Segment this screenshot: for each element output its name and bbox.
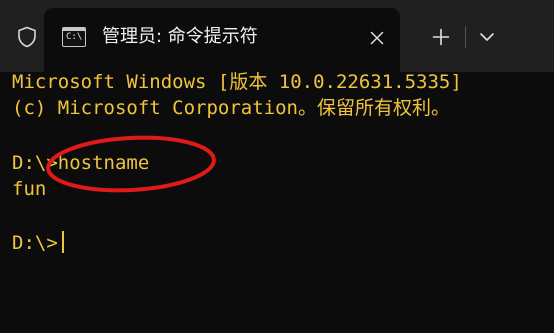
tab-title: 管理员: 命令提示符 [102,26,258,47]
terminal-window: C:\ 管理员: 命令提示符 Microsoft Windows [版本 10.… [0,0,554,333]
terminal-line: Microsoft Windows [版本 10.0.22631.5335] [12,71,462,93]
terminal-line: fun [12,178,47,200]
titlebar-divider [465,26,466,48]
terminal-line: D:\>hostname [12,152,150,174]
terminal-prompt-line: D:\> [12,232,58,254]
tab-command-prompt[interactable]: C:\ 管理员: 命令提示符 [44,8,400,72]
chevron-down-icon[interactable] [474,24,500,50]
text-cursor [62,231,64,253]
terminal-output[interactable]: Microsoft Windows [版本 10.0.22631.5335] (… [0,71,554,333]
plus-icon[interactable] [428,24,454,50]
title-bar: C:\ 管理员: 命令提示符 [0,0,554,72]
command-prompt-icon: C:\ [62,27,86,47]
command-prompt-icon-glyph: C:\ [66,32,83,42]
shield-icon [12,22,42,52]
terminal-line: (c) Microsoft Corporation。保留所有权利。 [12,97,450,119]
close-icon[interactable] [366,27,388,49]
